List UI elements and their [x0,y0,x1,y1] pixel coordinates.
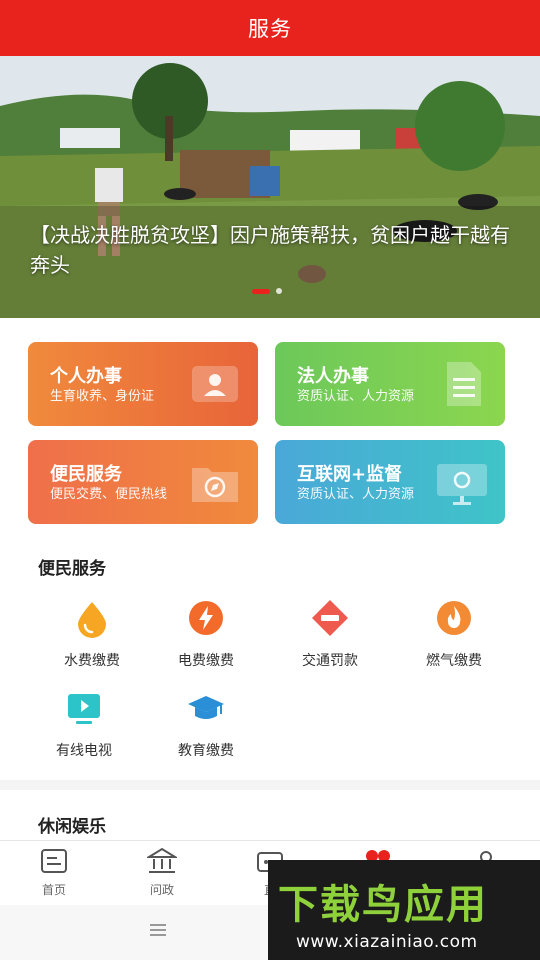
card-subtitle: 便民交费、便民热线 [50,487,168,502]
page-title: 服务 [248,17,292,41]
carousel-dot [276,288,282,294]
service-label: 电费缴费 [178,653,234,669]
card-subtitle: 资质认证、人力资源 [297,389,415,404]
graduation-cap-icon [188,696,224,719]
convenience-service-card[interactable]: 便民服务 便民交费、便民热线 [28,440,258,524]
water-bill-button[interactable]: 水费缴费 [42,598,142,670]
watermark-overlay: 下载鸟应用 www.xiazainiao.com [268,860,540,960]
education-fee-button[interactable]: 教育缴费 [156,688,256,760]
leisure-panel: 休闲娱乐 [0,790,540,840]
tab-label: 问政 [149,883,174,897]
service-label: 交通罚款 [302,653,358,669]
top-bar: 服务 [0,0,540,56]
news-carousel[interactable]: 【决战决胜脱贫攻坚】因户施策帮扶，贫困户越干越有奔头 [0,56,540,318]
card-title: 便民服务 [50,464,122,485]
home-doc-icon [41,849,67,873]
card-title: 法人办事 [297,366,369,387]
carousel-indicator [252,288,282,294]
electricity-bill-button[interactable]: 电费缴费 [156,598,256,670]
government-building-icon [145,847,179,873]
lightning-icon [189,601,223,635]
card-subtitle: 生育收养、身份证 [50,389,155,404]
card-title: 个人办事 [50,366,122,387]
document-icon [447,362,481,406]
tab-home[interactable]: 首页 [0,847,108,898]
services-panel: 个人办事 生育收养、身份证 法人办事 资质认证、人力资源 便民服务 便民交费、便… [0,318,540,780]
service-label: 教育缴费 [178,743,234,759]
service-label: 燃气缴费 [426,653,482,669]
flame-icon [437,601,471,635]
internet-supervision-card[interactable]: 互联网+监督 资质认证、人力资源 [275,440,505,524]
water-drop-icon [78,602,106,638]
leisure-section-title: 休闲娱乐 [38,817,106,837]
id-card-icon [192,366,238,402]
convenience-section-title: 便民服务 [38,559,106,579]
carousel-dot-active [252,288,270,294]
menu-icon[interactable] [150,923,166,937]
legal-person-affairs-card[interactable]: 法人办事 资质认证、人力资源 [275,342,505,426]
service-label: 水费缴费 [64,653,120,669]
cable-tv-button[interactable]: 有线电视 [34,688,134,760]
traffic-fine-button[interactable]: 交通罚款 [280,598,380,670]
card-subtitle: 资质认证、人力资源 [297,487,415,502]
no-entry-icon [312,600,348,636]
banner-caption[interactable]: 【决战决胜脱贫攻坚】因户施策帮扶，贫困户越干越有奔头 [30,220,520,280]
gas-bill-button[interactable]: 燃气缴费 [404,598,504,670]
personal-affairs-card[interactable]: 个人办事 生育收养、身份证 [28,342,258,426]
tv-icon [68,694,100,724]
watermark-url: www.xiazainiao.com [296,932,478,952]
compass-folder-icon [192,468,238,502]
monitor-icon [437,464,487,505]
watermark-brand: 下载鸟应用 [278,882,488,928]
card-title: 互联网+监督 [297,464,403,485]
tab-label: 首页 [41,883,66,897]
service-label: 有线电视 [56,743,112,759]
tab-inquiry[interactable]: 问政 [108,847,216,898]
